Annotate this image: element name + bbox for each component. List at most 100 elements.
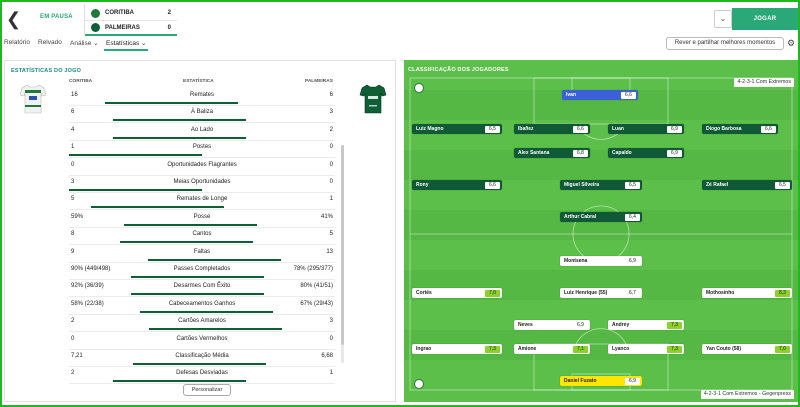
stat-row: 9 Faltas 13 [69, 246, 335, 263]
player-rating: 7,3 [667, 321, 682, 329]
stat-name: Oportunidades Flagrantes [167, 161, 237, 168]
away-player-card[interactable]: Daniel Fuzato 6,9 [560, 376, 642, 386]
stat-away-value: 13 [326, 248, 333, 255]
away-player-card[interactable]: Luiz Henrique (55) 6,7 [560, 288, 642, 298]
scrollbar-thumb[interactable] [341, 145, 344, 345]
share-highlights-button[interactable]: Rever e partilhar melhores momentos [666, 37, 784, 50]
away-player-card[interactable]: Amione 7,1 [514, 344, 590, 354]
home-player-card[interactable]: Luiz Magno 6,5 [412, 124, 502, 134]
away-player-card[interactable]: Yan Couto (58) 7,0 [702, 344, 792, 354]
pitch-title: CLASSIFICAÇÃO DOS JOGADORES [408, 67, 509, 73]
tab-pitch[interactable]: Relvado [38, 39, 62, 46]
stat-away-value: 80% (41/51) [300, 283, 333, 290]
play-button[interactable]: JOGAR [732, 8, 798, 30]
stat-home-bar [130, 293, 202, 296]
stat-row: 0 Cartões Vermelhos 0 [69, 333, 335, 350]
away-player-card[interactable]: Montsena 6,9 [560, 256, 642, 266]
away-player-card[interactable]: Mothosinho 8,3 [702, 288, 792, 298]
player-name: Miguel Silveira [564, 182, 600, 188]
stat-home-bar [148, 328, 202, 331]
away-player-card[interactable]: Lyanco 7,3 [608, 344, 684, 354]
home-player-card[interactable]: Capaldo 6,9 [608, 148, 684, 158]
home-player-card[interactable]: Luan 6,9 [608, 124, 684, 134]
stat-row: 5 Remates de Longe 1 [69, 193, 335, 211]
player-name: Andrey [612, 322, 630, 328]
stat-home-bar [123, 223, 202, 226]
coritiba-badge-icon [414, 379, 424, 389]
home-player-card[interactable]: Miguel Silveira 6,5 [560, 180, 642, 190]
personalize-button[interactable]: Personalizar [183, 384, 231, 396]
player-rating: 6,4 [625, 213, 640, 221]
player-rating: 7,3 [485, 345, 500, 353]
player-name: Neves [518, 322, 533, 328]
stat-away-bar [202, 223, 257, 226]
stat-away-value: 6,68 [321, 353, 333, 359]
stat-row: 1 Postes 0 [69, 141, 335, 159]
stat-row: 4 Ao Lado 2 [69, 124, 335, 141]
player-ratings-pitch: CLASSIFICAÇÃO DOS JOGADORES 4-2-3-1 Com … [404, 60, 798, 402]
stat-row: 2 Cartões Amarelos 3 [69, 315, 335, 333]
home-player-card[interactable]: Arthur Cabral 6,4 [560, 212, 642, 222]
player-rating: 6,5 [775, 181, 790, 189]
player-name: Luan [612, 126, 624, 132]
stats-scrollbar[interactable] [341, 145, 344, 363]
stat-away-value: 3 [329, 109, 333, 116]
stat-name: Cartões Vermelhos [176, 335, 228, 342]
player-name: Montsena [564, 258, 588, 264]
stat-name: Cartões Amarelos [178, 318, 226, 325]
home-player-card[interactable]: Diogo Barbosa 6,6 [702, 124, 778, 134]
tab-report[interactable]: Relatório [4, 39, 30, 46]
away-club-name: PALMEIRAS [105, 24, 140, 31]
player-rating: 6,7 [625, 289, 640, 297]
stat-away-bar [202, 380, 247, 383]
col-head-stat: ESTATÍSTICA [183, 79, 214, 84]
away-player-card[interactable]: Ingrao 7,3 [412, 344, 502, 354]
home-player-card[interactable]: Rony 6,6 [412, 180, 502, 190]
player-name: Amione [518, 346, 537, 352]
player-rating: 7,0 [485, 289, 500, 297]
home-player-card[interactable]: Alex Santana 6,8 [514, 148, 590, 158]
player-name: Lyanco [612, 346, 630, 352]
stat-name: Defesas Desviadas [176, 370, 228, 377]
home-player-card[interactable]: Ivan 6,6 [562, 90, 638, 100]
stat-name: À Baliza [190, 109, 213, 116]
player-rating: 7,0 [775, 345, 790, 353]
home-player-card[interactable]: Zé Rafael 6,5 [702, 180, 792, 190]
stat-away-value: 67% (29/43) [300, 300, 333, 307]
tab-analysis[interactable]: Análise ⌄ [70, 39, 99, 47]
gear-icon[interactable]: ⚙ [787, 38, 795, 49]
away-goals: 0 [167, 24, 171, 31]
home-player-card[interactable]: Ibañez 6,6 [514, 124, 590, 134]
stat-home-bar [105, 102, 202, 104]
back-arrow-icon[interactable]: ❮ [6, 10, 21, 28]
stat-away-bar [202, 206, 225, 209]
top-bar: ❮ EM PAUSA CORITIBA 2 PALMEIRAS 0 ⌄ JOGA… [2, 2, 798, 36]
tab-statistics[interactable]: Estatísticas ⌄ [106, 39, 147, 47]
player-name: Daniel Fuzato [564, 378, 597, 384]
stat-away-value: 0 [329, 179, 333, 185]
player-rating: 6,6 [485, 181, 500, 189]
stat-away-value: 3 [329, 318, 333, 325]
away-player-card[interactable]: Cortés 7,0 [412, 288, 502, 298]
match-status: EM PAUSA [40, 14, 73, 20]
chevron-down-icon[interactable]: ⌄ [714, 10, 732, 28]
player-name: Capaldo [612, 150, 632, 156]
player-name: Ibañez [518, 126, 534, 132]
stat-row: 59% Posse 41% [69, 211, 335, 228]
stat-away-value: 1 [329, 370, 333, 377]
stat-away-value: 0 [329, 335, 333, 342]
stat-home-bar [69, 154, 202, 157]
stat-away-bar [202, 136, 247, 139]
stat-away-value: 78% (295/377) [293, 266, 333, 272]
player-rating: 6,5 [485, 125, 500, 133]
player-name: Yan Couto (58) [706, 346, 742, 352]
stat-name: Desarmes Com Êxito [173, 283, 231, 290]
player-rating: 6,6 [621, 91, 636, 99]
home-goals: 2 [167, 10, 171, 16]
stat-home-bar [69, 189, 202, 191]
stat-row: 0 Oportunidades Flagrantes 0 [69, 159, 335, 176]
active-tab-indicator [104, 49, 148, 51]
away-player-card[interactable]: Andrey 7,3 [608, 320, 684, 330]
stat-row: 6À Baliza 3 [69, 106, 335, 124]
away-player-card[interactable]: Neves 6,9 [514, 320, 590, 330]
